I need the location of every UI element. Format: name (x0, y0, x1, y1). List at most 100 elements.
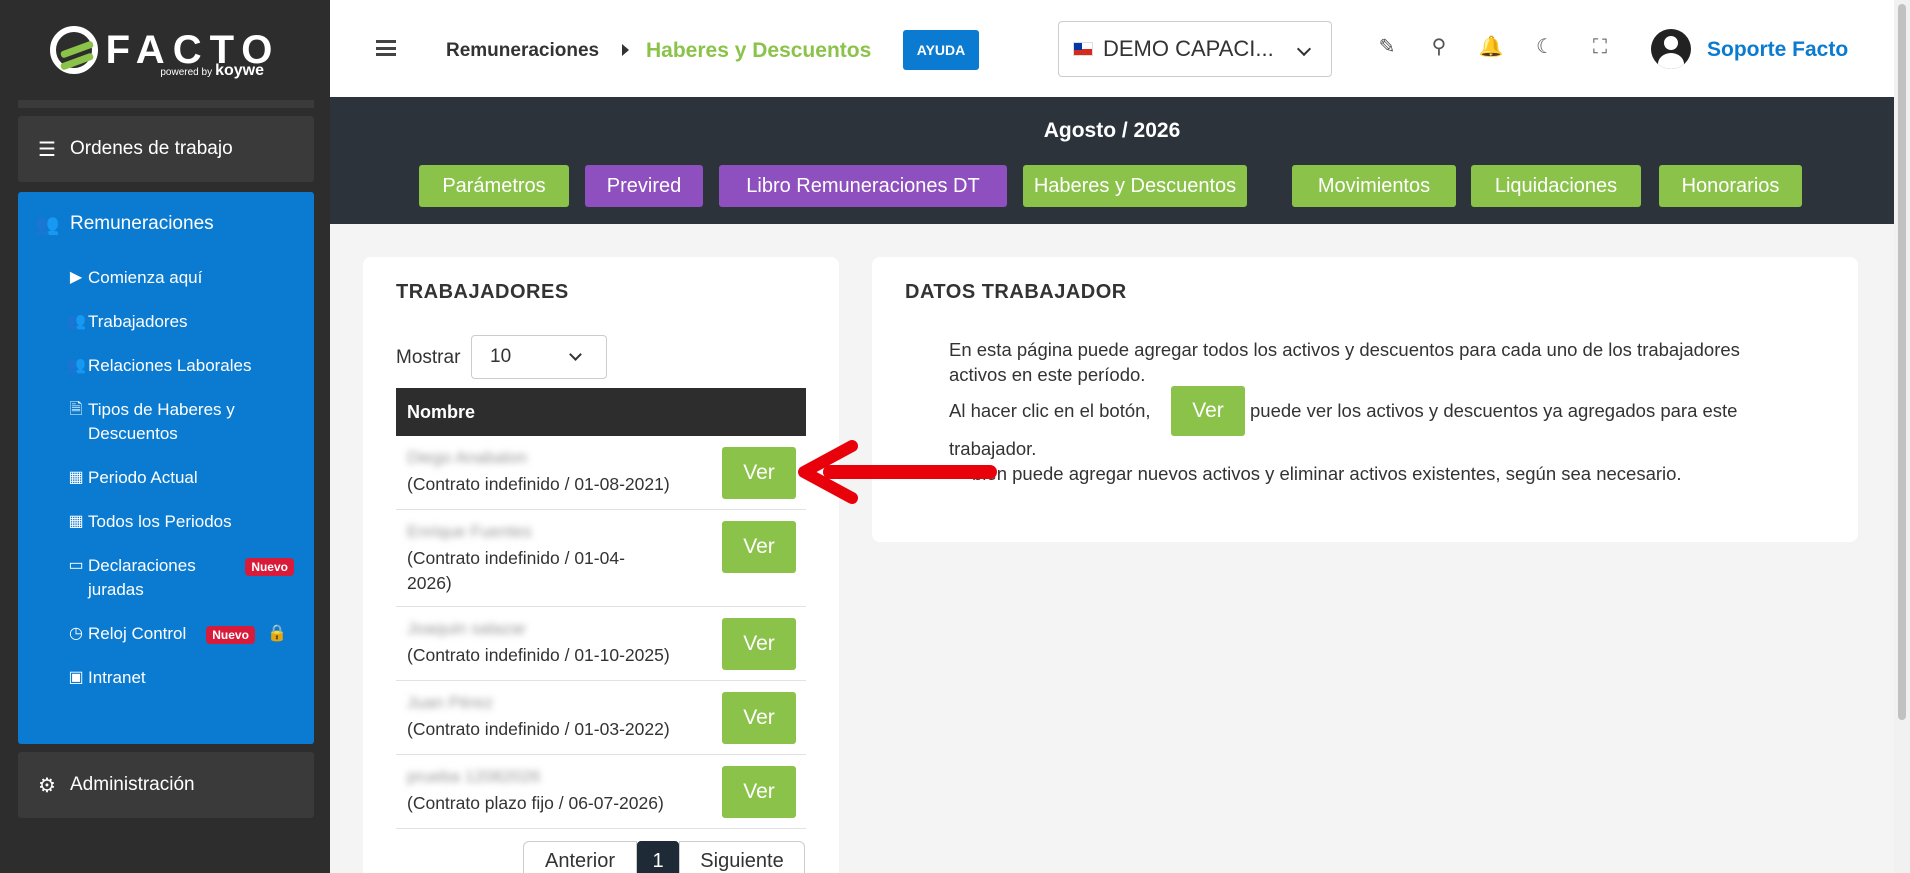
gears-icon: ⚙ (38, 774, 56, 797)
calendar-day-icon: ▦ (68, 469, 84, 486)
sidebar-item-label: Todos los Periodos (88, 512, 232, 531)
sidebar-item-relaciones[interactable]: 👥 Relaciones Laborales (18, 344, 314, 388)
worker-contract: (Contrato indefinido / 01-08-2021) (407, 474, 670, 494)
tab-parametros[interactable]: Parámetros (419, 165, 569, 207)
sidebar-group-remuneraciones: 👥 Remuneraciones ▶ Comienza aquí 👥 Traba… (18, 192, 314, 744)
sidebar-item-declaraciones[interactable]: ▭ Declaraciones juradas Nuevo (18, 544, 314, 612)
page-size-value: 10 (490, 346, 512, 367)
menu-toggle-icon[interactable] (376, 40, 396, 56)
sidebar-item-label: Remuneraciones (70, 213, 214, 234)
ver-button[interactable]: Ver (722, 618, 796, 670)
info-line-2: activos en este período. (949, 364, 1146, 385)
sidebar-item-label: Tipos de Haberes y Descuentos (88, 400, 235, 443)
worker-name: prueba 12082026 (407, 767, 541, 786)
tasks-icon: ☰ (38, 138, 56, 161)
workers-card: TRABAJADORES Mostrar 10 Nombre Diego Ana… (363, 257, 839, 873)
sidebar-item-label: Comienza aquí (88, 268, 203, 287)
sidebar-item-periodo-actual[interactable]: ▦ Periodo Actual (18, 456, 314, 500)
sidebar-item-trabajadores[interactable]: 👥 Trabajadores (18, 300, 314, 344)
breadcrumb-separator-icon (622, 44, 629, 56)
breadcrumb-parent[interactable]: Remuneraciones (446, 40, 599, 62)
facto-logo-icon (49, 26, 98, 74)
tab-libro-remuneraciones[interactable]: Libro Remuneraciones DT (719, 165, 1007, 207)
clock-icon: ◷ (69, 625, 83, 642)
sidebar-stub (18, 100, 314, 108)
chevron-down-icon (569, 348, 582, 361)
intranet-icon: ▣ (68, 669, 84, 686)
worker-data-title: DATOS TRABAJADOR (905, 281, 1127, 303)
tab-liquidaciones[interactable]: Liquidaciones (1471, 165, 1641, 207)
users-group-icon: 👥 (66, 313, 86, 330)
workers-title: TRABAJADORES (396, 281, 569, 303)
users-icon: 👥 (34, 213, 60, 236)
avatar[interactable] (1651, 29, 1691, 69)
sidebar-item-intranet[interactable]: ▣ Intranet (18, 656, 314, 700)
sidebar-item-label: Ordenes de trabajo (70, 138, 233, 159)
ver-button[interactable]: Ver (722, 766, 796, 818)
sidebar-item-reloj-control[interactable]: ◷ Reloj Control Nuevo 🔒 (18, 612, 314, 656)
show-label: Mostrar (396, 347, 461, 368)
company-select[interactable]: DEMO CAPACI... (1058, 21, 1332, 77)
new-badge: Nuevo (206, 626, 255, 644)
user-friends-icon: 👥 (66, 357, 86, 374)
sidebar-item-label: Administración (70, 774, 195, 795)
lock-icon: 🔒 (266, 625, 287, 642)
ver-inline-button: Ver (1171, 386, 1245, 436)
info-line-3b: puede ver los activos y descuentos ya ag… (1250, 400, 1738, 421)
sidebar-item-label: Declaraciones juradas (88, 556, 196, 599)
chevron-down-icon (1296, 41, 1312, 57)
moon-icon[interactable]: ☾ (1532, 34, 1558, 60)
table-row: Diego Anabalon (Contrato indefinido / 01… (396, 436, 806, 510)
page-size-select[interactable]: 10 (471, 335, 607, 379)
breadcrumb-current: Haberes y Descuentos (646, 39, 872, 62)
worker-data-card: DATOS TRABAJADOR En esta página puede ag… (872, 257, 1858, 542)
ver-button[interactable]: Ver (722, 447, 796, 499)
ver-button[interactable]: Ver (722, 521, 796, 573)
table-row: Enrique Fuentes (Contrato indefinido / 0… (396, 510, 806, 607)
pager-page-1[interactable]: 1 (637, 841, 679, 873)
powered-by: powered by koywe (160, 62, 264, 80)
worker-name: Enrique Fuentes (407, 522, 532, 541)
powered-prefix: powered by (160, 67, 213, 78)
pager-prev[interactable]: Anterior (523, 841, 637, 873)
play-icon: ▶ (69, 269, 83, 286)
worker-name: Juan Pérez (407, 693, 493, 712)
fullscreen-icon[interactable]: ⛶ (1587, 34, 1613, 60)
sidebar-item-administracion[interactable]: ⚙ Administración (18, 752, 314, 818)
table-header-name[interactable]: Nombre (396, 388, 806, 436)
sidebar-item-ordenes[interactable]: ☰ Ordenes de trabajo (18, 116, 314, 182)
sidebar-item-comienza[interactable]: ▶ Comienza aquí (18, 256, 314, 300)
table-row: prueba 12082026 (Contrato plazo fijo / 0… (396, 755, 806, 829)
info-line-1: En esta página puede agregar todos los a… (949, 339, 1740, 360)
new-badge: Nuevo (245, 558, 294, 576)
sidebar-item-tipos-haberes[interactable]: 🗎 Tipos de Haberes y Descuentos (18, 388, 314, 456)
tab-previred[interactable]: Previred (585, 165, 703, 207)
worker-name: Joaquin salazar (407, 619, 527, 638)
sidebar-item-label: Reloj Control (88, 624, 187, 643)
archive-icon: ▭ (68, 557, 84, 574)
bell-icon[interactable]: 🔔 (1478, 34, 1504, 60)
top-header: Remuneraciones Haberes y Descuentos AYUD… (330, 0, 1894, 97)
tab-movimientos[interactable]: Movimientos (1292, 165, 1456, 207)
table-row: Juan Pérez (Contrato indefinido / 01-03-… (396, 681, 806, 755)
ver-button[interactable]: Ver (722, 692, 796, 744)
sidebar-item-remuneraciones[interactable]: 👥 Remuneraciones (18, 192, 314, 256)
edit-document-icon[interactable]: ✎ (1374, 34, 1400, 60)
brand-logo[interactable]: FACTO powered by koywe (0, 0, 330, 100)
help-button[interactable]: AYUDA (903, 30, 979, 70)
user-name[interactable]: Soporte Facto (1707, 38, 1848, 62)
sidebar-item-label: Trabajadores (88, 312, 188, 331)
search-icon[interactable]: ⚲ (1426, 34, 1452, 60)
scrollbar-thumb[interactable] (1898, 4, 1906, 720)
sidebar-item-label: Periodo Actual (88, 468, 198, 487)
company-name: DEMO CAPACI... (1103, 36, 1274, 61)
tab-haberes-descuentos[interactable]: Haberes y Descuentos (1023, 165, 1247, 207)
sidebar-item-label: Relaciones Laborales (88, 356, 252, 375)
info-line-4: trabajador. (949, 438, 1037, 459)
pager-next[interactable]: Siguiente (679, 841, 805, 873)
period-band: Agosto / 2026 Parámetros Previred Libro … (330, 97, 1894, 224)
info-line-5: bién puede agregar nuevos activos y elim… (972, 463, 1682, 484)
page-scrollbar[interactable] (1894, 0, 1910, 873)
tab-honorarios[interactable]: Honorarios (1659, 165, 1802, 207)
sidebar-item-todos-periodos[interactable]: ▦ Todos los Periodos (18, 500, 314, 544)
